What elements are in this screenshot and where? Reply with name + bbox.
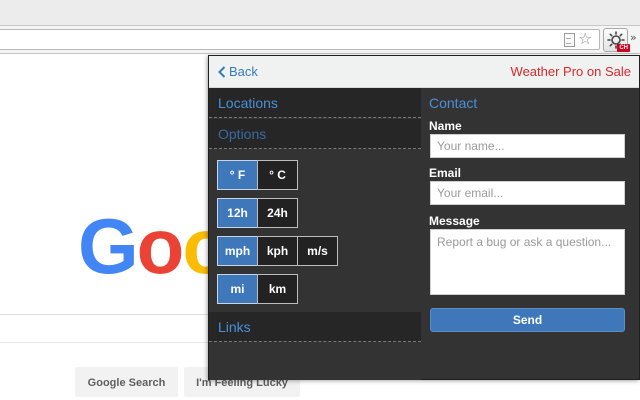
google-logo: Goo: [78, 202, 230, 290]
contact-title: Contact: [429, 95, 478, 111]
weather-popup: Back Weather Pro on Sale Locations Optio…: [208, 55, 640, 380]
time-format-toggle: 12h 24h: [217, 198, 298, 228]
12h-option[interactable]: 12h: [217, 198, 258, 228]
extension-badge: CH: [617, 44, 630, 52]
settings-column: Locations Options ° F ° C 12h 24h mph kp…: [209, 88, 421, 380]
name-field[interactable]: [430, 134, 625, 158]
24h-option[interactable]: 24h: [257, 198, 298, 228]
chevron-left-icon: [218, 66, 226, 78]
mps-option[interactable]: m/s: [297, 236, 338, 266]
section-locations[interactable]: Locations: [209, 88, 421, 118]
browser-toolbar: ☆ CH »: [0, 26, 640, 54]
address-bar[interactable]: ☆: [0, 29, 600, 50]
email-label: Email: [429, 166, 462, 180]
speed-unit-toggle: mph kph m/s: [217, 236, 338, 266]
temperature-unit-toggle: ° F ° C: [217, 160, 298, 190]
search-box-bottom-edge: [0, 342, 210, 343]
mph-option[interactable]: mph: [217, 236, 258, 266]
miles-option[interactable]: mi: [217, 274, 258, 304]
message-field[interactable]: [430, 229, 625, 295]
search-box-top-edge[interactable]: [0, 314, 210, 315]
name-label: Name: [429, 119, 462, 133]
google-search-button[interactable]: Google Search: [75, 367, 178, 397]
weather-pro-sale-link[interactable]: Weather Pro on Sale: [511, 64, 631, 79]
back-button[interactable]: Back: [218, 64, 258, 79]
bookmark-star-icon[interactable]: ☆: [578, 31, 592, 47]
email-field[interactable]: [430, 181, 625, 205]
kph-option[interactable]: kph: [257, 236, 298, 266]
weather-extension-button[interactable]: CH: [603, 28, 630, 52]
popup-header: Back Weather Pro on Sale: [209, 56, 639, 88]
contact-form: Contact Name Email Message Send: [421, 88, 639, 380]
section-options[interactable]: Options: [209, 119, 421, 149]
page-info-icon[interactable]: [562, 33, 576, 47]
tab-strip: [0, 0, 640, 26]
distance-unit-toggle: mi km: [217, 274, 298, 304]
logo-letter-g: G: [78, 202, 139, 290]
send-button[interactable]: Send: [430, 308, 625, 332]
celsius-option[interactable]: ° C: [257, 160, 298, 190]
logo-letter-o1: o: [136, 202, 185, 290]
message-label: Message: [429, 214, 480, 228]
extensions-overflow-icon[interactable]: »: [630, 31, 637, 44]
kilometers-option[interactable]: km: [257, 274, 298, 304]
section-links[interactable]: Links: [209, 312, 421, 342]
fahrenheit-option[interactable]: ° F: [217, 160, 258, 190]
